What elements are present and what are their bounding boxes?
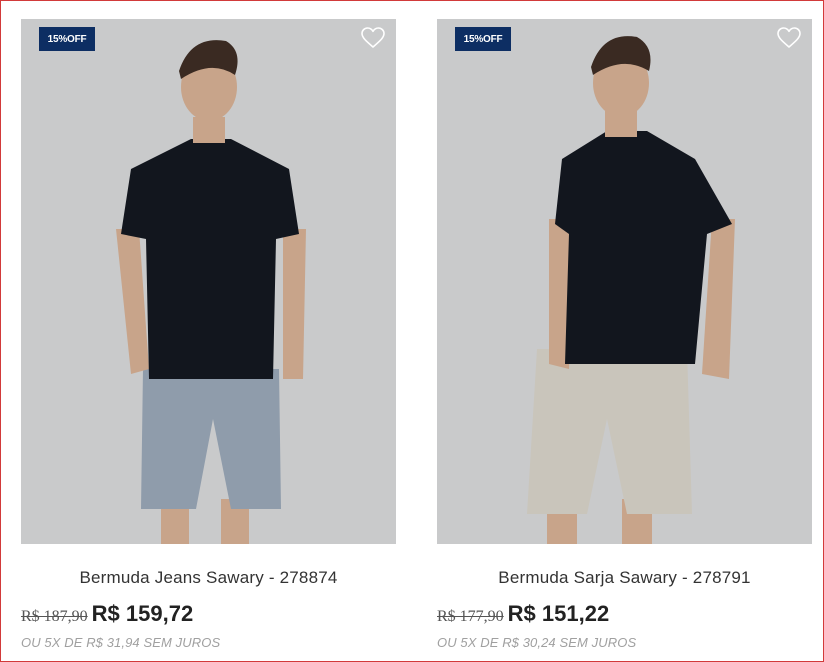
price-row: R$ 187,90 R$ 159,72: [21, 601, 396, 627]
heart-outline-icon: [777, 27, 801, 48]
old-price: R$ 187,90: [21, 608, 88, 625]
product-image[interactable]: 15%OFF: [437, 19, 812, 544]
current-price: R$ 151,22: [507, 601, 610, 626]
product-card[interactable]: 15%OFF Bermuda Jeans Sawary - 278874 R$ …: [21, 19, 396, 650]
wishlist-button[interactable]: [360, 26, 386, 50]
discount-badge: 15%OFF: [39, 27, 95, 51]
current-price: R$ 159,72: [91, 601, 194, 626]
wishlist-button[interactable]: [776, 26, 802, 50]
model-photo-illustration: [21, 19, 396, 544]
product-card[interactable]: 15%OFF Bermuda Sarja Sawary - 278791 R$ …: [437, 19, 812, 650]
model-photo-illustration: [437, 19, 812, 544]
product-image[interactable]: 15%OFF: [21, 19, 396, 544]
installments-text: OU 5X DE R$ 31,94 SEM JUROS: [21, 635, 221, 650]
product-name[interactable]: Bermuda Jeans Sawary - 278874: [21, 568, 396, 588]
discount-badge: 15%OFF: [455, 27, 511, 51]
price-row: R$ 177,90 R$ 151,22: [437, 601, 812, 627]
product-name[interactable]: Bermuda Sarja Sawary - 278791: [437, 568, 812, 588]
installments-text: OU 5X DE R$ 30,24 SEM JUROS: [437, 635, 637, 650]
old-price: R$ 177,90: [437, 608, 504, 625]
heart-outline-icon: [361, 27, 385, 48]
